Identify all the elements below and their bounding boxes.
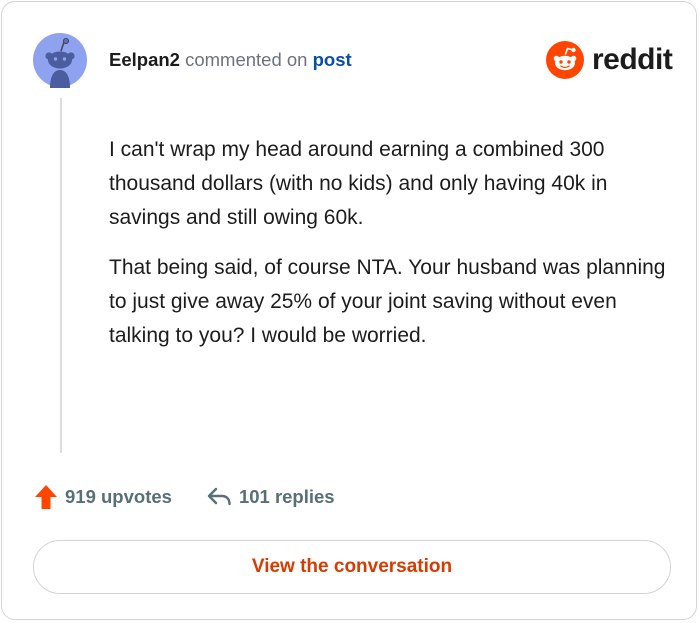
view-conversation-button[interactable]: View the conversation (33, 540, 671, 594)
comment-header: Eelpan2 commented on post (109, 48, 352, 72)
post-link[interactable]: post (313, 49, 352, 70)
reddit-logo[interactable]: reddit (546, 40, 673, 80)
thread-line (60, 98, 62, 453)
upvote-count: 919 upvotes (65, 486, 172, 507)
commented-on-text: commented on (185, 49, 308, 70)
comment-actions: 919 upvotes 101 replies (34, 482, 335, 512)
username[interactable]: Eelpan2 (109, 49, 180, 70)
reddit-snoo-icon (546, 41, 584, 79)
comment-card: Eelpan2 commented on post reddit I can't… (1, 1, 697, 620)
upvote-button[interactable]: 919 upvotes (34, 484, 172, 510)
reddit-wordmark: reddit (592, 43, 673, 76)
comment-paragraph-2: That being said, of course NTA. Your hus… (109, 256, 666, 347)
avatar[interactable] (32, 32, 88, 88)
comment-body: I can't wrap my head around earning a co… (109, 133, 669, 369)
snoo-avatar-icon (33, 33, 87, 88)
upvote-arrow-icon (35, 485, 57, 509)
reply-count: 101 replies (238, 486, 335, 507)
comment-paragraph-1: I can't wrap my head around earning a co… (109, 138, 608, 229)
reply-arrow-icon (207, 487, 231, 506)
replies-button[interactable]: 101 replies (206, 486, 335, 508)
